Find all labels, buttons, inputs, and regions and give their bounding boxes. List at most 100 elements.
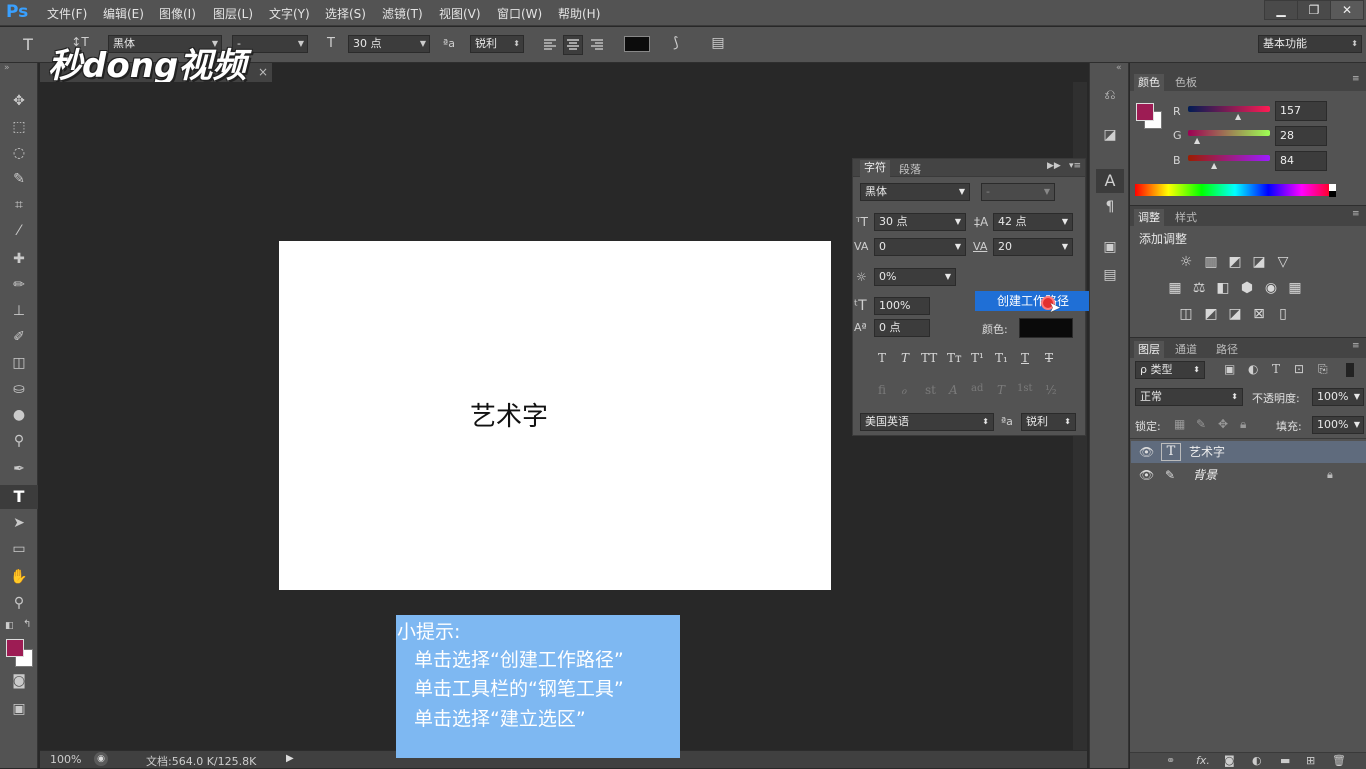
new-adjustment-icon[interactable]: ◐ xyxy=(1252,754,1262,767)
b-slider[interactable] xyxy=(1188,155,1270,161)
align-center-icon[interactable] xyxy=(563,35,583,55)
tab-channels[interactable]: 通道 xyxy=(1175,341,1197,357)
document-canvas[interactable] xyxy=(279,241,831,590)
superscript-icon[interactable]: T¹ xyxy=(971,351,984,365)
invert-adj-icon[interactable]: ◫ xyxy=(1175,306,1197,322)
language-select[interactable]: 美国英语 ⬍ xyxy=(860,413,994,431)
align-right-icon[interactable] xyxy=(587,35,607,55)
titling-alt-icon[interactable]: T xyxy=(997,383,1005,397)
stylistic-alt-icon[interactable]: ad xyxy=(971,383,983,394)
r-slider-thumb[interactable]: ▲ xyxy=(1235,112,1241,121)
status-menu-arrow-icon[interactable]: ▶ xyxy=(286,753,294,764)
visibility-eye-icon[interactable]: 👁︎ xyxy=(1139,464,1154,486)
gradient-map-adj-icon[interactable]: ▯ xyxy=(1272,306,1294,322)
crop-tool-icon[interactable]: ⌗ xyxy=(0,193,38,217)
text-color-swatch[interactable] xyxy=(624,36,650,52)
lock-transparent-icon[interactable]: ▦ xyxy=(1174,417,1185,431)
paint-bucket-tool-icon[interactable]: ⛀ xyxy=(0,377,38,401)
smart-object-filter-icon[interactable]: ⎘ xyxy=(1318,362,1328,377)
spectrum-white-swatch[interactable] xyxy=(1329,184,1336,191)
vibrance-adj-icon[interactable]: ▽ xyxy=(1272,254,1294,270)
menu-file[interactable]: 文件(F) xyxy=(47,5,87,22)
adjustment-filter-icon[interactable]: ◐ xyxy=(1248,362,1258,376)
panel-menu-icon[interactable]: ▾≡ xyxy=(1069,161,1081,171)
ligature-icon[interactable]: fi xyxy=(878,383,886,397)
black-white-adj-icon[interactable]: ◧ xyxy=(1212,280,1234,296)
filter-toggle[interactable] xyxy=(1346,363,1354,377)
zoom-tool-icon[interactable]: ⚲ xyxy=(0,591,38,615)
paragraph-styles-icon[interactable]: ▤ xyxy=(1090,267,1130,283)
image-filter-icon[interactable]: ▣ xyxy=(1224,362,1235,376)
panel-expand-icon[interactable]: ▶▶ xyxy=(1047,161,1061,171)
faux-bold-icon[interactable]: T xyxy=(878,351,886,365)
layer-row[interactable]: 👁︎ T 艺术字 xyxy=(1131,441,1366,463)
char-leading-select[interactable]: 42 点 ▼ xyxy=(993,213,1073,231)
color-lookup-adj-icon[interactable]: ▦ xyxy=(1284,280,1306,296)
panels-toggle-icon[interactable]: ▤ xyxy=(708,35,728,51)
clone-stamp-tool-icon[interactable]: ⊥ xyxy=(0,299,38,323)
menu-layer[interactable]: 图层(L) xyxy=(213,5,253,22)
visibility-eye-icon[interactable]: 👁︎ xyxy=(1139,441,1154,463)
layer-style-icon[interactable]: fx. xyxy=(1196,754,1210,767)
type-tool-icon-active[interactable]: T xyxy=(0,485,38,509)
new-layer-icon[interactable]: ⊞ xyxy=(1306,754,1315,767)
character-panel-icon[interactable]: A xyxy=(1096,169,1124,193)
tab-paths[interactable]: 路径 xyxy=(1216,341,1238,357)
posterize-adj-icon[interactable]: ◩ xyxy=(1200,306,1222,322)
swap-colors-icon[interactable]: ↰ xyxy=(23,619,31,630)
char-tsume-select[interactable]: 0% ▼ xyxy=(874,268,956,286)
lasso-tool-icon[interactable]: ◌ xyxy=(0,141,38,165)
panel-menu-icon[interactable]: ≡ xyxy=(1352,74,1360,84)
tab-color[interactable]: 颜色 xyxy=(1134,74,1164,91)
char-kerning-select[interactable]: 0 ▼ xyxy=(874,238,966,256)
color-fg-swatch[interactable] xyxy=(1136,103,1154,121)
photo-filter-adj-icon[interactable]: ⬢ xyxy=(1236,280,1258,296)
char-color-swatch[interactable] xyxy=(1019,318,1073,338)
color-balance-adj-icon[interactable]: ⚖ xyxy=(1188,280,1210,296)
tab-styles[interactable]: 样式 xyxy=(1175,209,1197,225)
zoom-level[interactable]: 100% xyxy=(50,753,81,766)
new-group-icon[interactable]: ▬ xyxy=(1280,754,1290,767)
r-value-field[interactable]: 157 xyxy=(1275,101,1327,121)
menu-select[interactable]: 选择(S) xyxy=(325,5,366,22)
rectangle-tool-icon[interactable]: ▭ xyxy=(0,537,38,561)
menu-filter[interactable]: 滤镜(T) xyxy=(382,5,423,22)
character-styles-icon[interactable]: ▣ xyxy=(1090,239,1130,255)
ordinals-icon[interactable]: 1st xyxy=(1017,383,1033,394)
history-brush-tool-icon[interactable]: ✐ xyxy=(0,325,38,349)
hue-saturation-adj-icon[interactable]: ▦ xyxy=(1164,280,1186,296)
pen-tool-icon[interactable]: ✒ xyxy=(0,457,38,481)
type-filter-icon[interactable]: T xyxy=(1272,362,1280,376)
brush-tool-icon[interactable]: ✏ xyxy=(0,273,38,297)
minimize-button[interactable]: ▁ xyxy=(1264,0,1298,20)
small-caps-icon[interactable]: Tт xyxy=(947,351,962,365)
restore-button[interactable]: ❐ xyxy=(1297,0,1331,20)
swash-icon[interactable]: A xyxy=(949,383,958,397)
char-font-style-select[interactable]: - ▼ xyxy=(981,183,1055,201)
healing-brush-tool-icon[interactable]: ✚ xyxy=(0,247,38,271)
document-text-layer[interactable]: 艺术字 xyxy=(470,396,548,433)
subscript-icon[interactable]: T₁ xyxy=(995,351,1008,365)
quick-select-tool-icon[interactable]: ✎ xyxy=(0,167,38,191)
selective-color-adj-icon[interactable]: ⊠ xyxy=(1248,306,1270,322)
menu-window[interactable]: 窗口(W) xyxy=(497,5,542,22)
collapse-icon[interactable]: « xyxy=(1116,63,1122,73)
default-colors-icon[interactable]: ◧ xyxy=(5,621,14,631)
status-info-icon[interactable]: ◉ xyxy=(94,752,108,766)
lock-all-icon[interactable]: 🔒︎ xyxy=(1240,417,1246,432)
fill-field[interactable]: 100% ▼ xyxy=(1312,416,1364,434)
quick-mask-icon[interactable]: ◙ xyxy=(0,669,38,693)
brightness-adj-icon[interactable]: ☼ xyxy=(1175,254,1197,270)
history-panel-icon[interactable]: ⎌ xyxy=(1090,87,1130,103)
char-vscale-field[interactable]: 100% xyxy=(874,297,930,315)
screen-mode-icon[interactable]: ▣ xyxy=(0,697,38,721)
panel-menu-icon[interactable]: ≡ xyxy=(1352,209,1360,219)
b-slider-thumb[interactable]: ▲ xyxy=(1211,161,1217,170)
workspace-select[interactable]: 基本功能 ⬍ xyxy=(1258,35,1362,53)
all-caps-icon[interactable]: TT xyxy=(921,351,937,365)
menu-edit[interactable]: 编辑(E) xyxy=(103,5,144,22)
char-tracking-select[interactable]: 20 ▼ xyxy=(993,238,1073,256)
tab-adjustments[interactable]: 调整 xyxy=(1134,209,1164,226)
path-select-tool-icon[interactable]: ➤ xyxy=(0,511,38,535)
contextual-alt-icon[interactable]: ℴ xyxy=(901,383,907,397)
